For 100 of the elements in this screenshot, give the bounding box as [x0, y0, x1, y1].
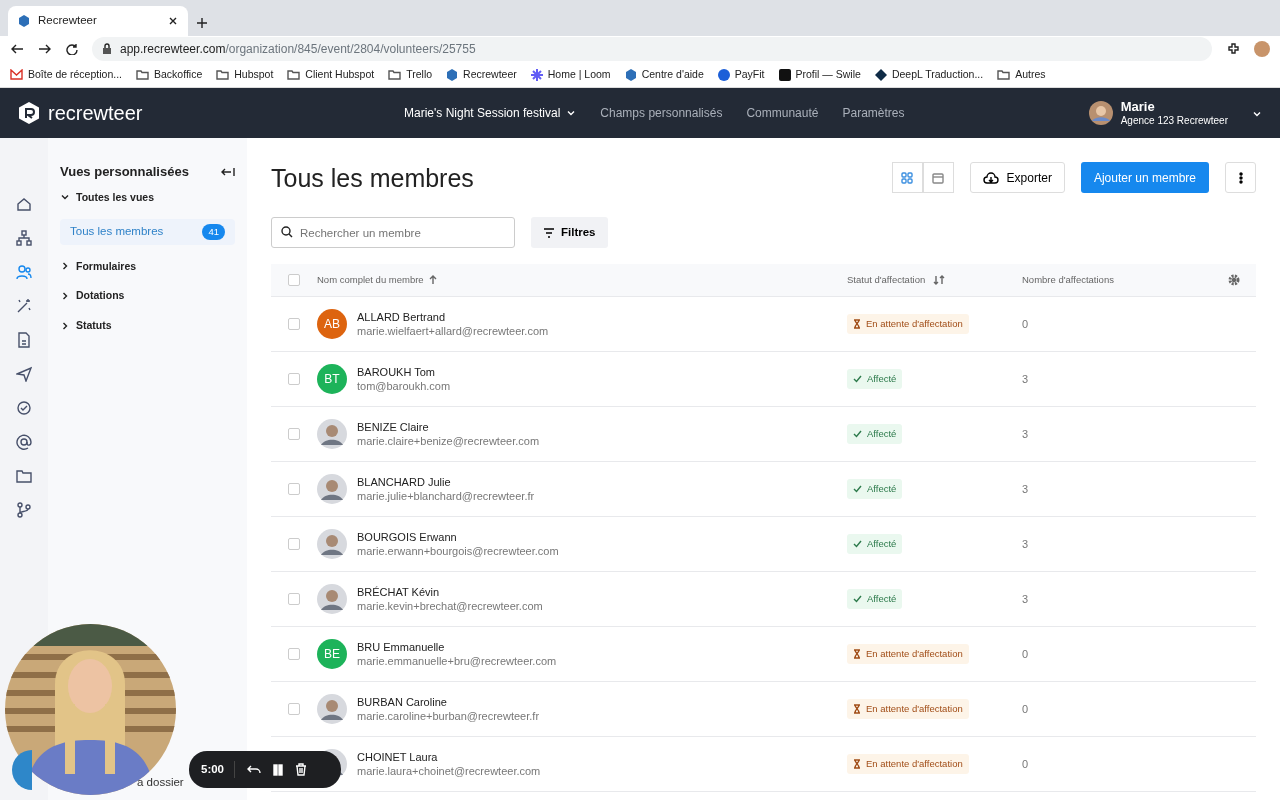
profile-avatar-icon[interactable] [1254, 41, 1270, 57]
status-badge: En attente d'affectation [847, 313, 969, 334]
branch-icon[interactable] [16, 502, 32, 518]
hierarchy-icon[interactable] [16, 230, 32, 246]
row-checkbox[interactable] [288, 318, 300, 330]
paper-plane-icon[interactable] [16, 366, 32, 382]
assignment-count: 0 [1022, 758, 1029, 771]
bookmark[interactable]: Home | Loom [530, 66, 611, 83]
row-checkbox[interactable] [288, 593, 300, 605]
row-checkbox[interactable] [288, 428, 300, 440]
sidebar-link[interactable]: a dossier [137, 774, 184, 792]
member-email: marie.caroline+burban@recrewteer.fr [357, 709, 540, 724]
assignment-count: 3 [1022, 593, 1029, 606]
bookmark[interactable]: Backoffice [136, 66, 203, 83]
bookmark[interactable]: Autres [997, 66, 1046, 83]
assignment-count: 3 [1022, 373, 1029, 386]
avatar: BE [317, 639, 347, 669]
assignment-count: 3 [1022, 428, 1029, 441]
filters-button[interactable]: Filtres [531, 217, 608, 248]
export-button[interactable]: Exporter [969, 162, 1065, 193]
bookmark[interactable]: DeepL Traduction... [874, 66, 984, 83]
pause-icon[interactable] [273, 763, 284, 776]
bookmark[interactable]: Centre d'aide [624, 66, 704, 83]
row-checkbox[interactable] [288, 483, 300, 495]
sidebar-group[interactable]: Toutes les vues [60, 189, 235, 206]
new-tab-icon[interactable] [196, 17, 208, 30]
column-header[interactable]: Statut d'affectation [847, 272, 926, 288]
sidebar-group[interactable]: Dotations [60, 288, 235, 304]
folder-icon [287, 69, 301, 80]
member-name: BRU Emmanuelle [357, 639, 446, 654]
member-name: BOURGOIS Erwann [357, 529, 458, 544]
browser-tab[interactable]: Recrewteer [8, 6, 188, 36]
sort-up-icon[interactable] [427, 275, 438, 285]
forward-icon[interactable] [38, 43, 52, 55]
bookmark[interactable]: Hubspot [216, 66, 274, 83]
row-checkbox[interactable] [288, 648, 300, 660]
magic-wand-icon[interactable] [16, 298, 32, 314]
sidebar-group[interactable]: Statuts [60, 318, 235, 334]
bookmark[interactable]: Client Hubspot [287, 66, 375, 83]
assignment-count: 0 [1022, 703, 1029, 716]
address-bar[interactable]: app.recrewteer.com/organization/845/event/2804/volunteers/25755 [92, 37, 1212, 61]
at-sign-icon[interactable] [16, 434, 32, 450]
member-email: marie.claire+benize@recrewteer.com [357, 434, 540, 449]
view-toggle[interactable] [922, 162, 954, 193]
bookmark[interactable]: Recrewteer [446, 66, 517, 83]
undo-icon[interactable] [247, 763, 262, 776]
bookmark[interactable]: Trello [388, 66, 433, 83]
sidebar-group[interactable]: Formulaires [60, 258, 235, 275]
back-icon[interactable] [10, 43, 24, 55]
column-header[interactable]: Nombre d'affectations [1022, 272, 1114, 288]
bookmark[interactable]: Profil — Swile [778, 66, 861, 83]
column-header[interactable]: Nom complet du membre [317, 272, 424, 288]
bookmark[interactable]: Boîte de réception... [10, 66, 122, 83]
user-name: Marie [1120, 99, 1156, 115]
add-member-button[interactable]: Ajouter un membre [1080, 162, 1209, 193]
folder-icon[interactable] [16, 468, 32, 484]
sort-icon[interactable] [933, 275, 946, 285]
people-icon[interactable] [16, 264, 32, 280]
member-email: marie.wielfaert+allard@recrewteer.com [357, 324, 549, 339]
member-name: BAROUKH Tom [357, 364, 437, 379]
reload-icon[interactable] [66, 43, 78, 55]
logo-icon [18, 101, 40, 125]
url-text: app.recrewteer.com/organization/845/event/2804/volunteers/25755 [120, 41, 476, 58]
document-icon[interactable] [16, 332, 32, 348]
status-badge: Affecté [847, 368, 903, 390]
mail-icon [10, 69, 23, 80]
collapse-icon[interactable] [221, 165, 235, 178]
assignment-count: 0 [1022, 318, 1029, 331]
grid-icon [901, 171, 914, 184]
bookmark[interactable]: PayFit [717, 66, 765, 83]
row-checkbox[interactable] [288, 703, 300, 715]
home-icon[interactable] [16, 196, 32, 212]
trash-icon[interactable] [295, 763, 308, 776]
select-all-checkbox[interactable] [288, 274, 300, 286]
search-field[interactable]: Rechercher un membre [271, 217, 515, 248]
close-icon[interactable] [168, 16, 178, 26]
check-icon [853, 485, 862, 493]
hexagon-icon [446, 67, 459, 82]
avatar [317, 694, 347, 724]
nav-link[interactable]: Paramètres [842, 106, 905, 121]
view-toggle[interactable] [891, 162, 923, 193]
check-icon [853, 430, 862, 438]
event-selector[interactable]: Marie's Night Session festival [404, 104, 577, 122]
extension-icon[interactable] [1226, 42, 1240, 56]
filter-icon [543, 227, 555, 238]
row-checkbox[interactable] [288, 373, 300, 385]
check-circle-icon[interactable] [16, 400, 32, 416]
view-item[interactable]: Tous les membres 41 [60, 219, 235, 245]
cloud-download-icon [982, 171, 999, 184]
nav-link[interactable]: Communauté [746, 106, 819, 121]
calendar-icon [932, 171, 945, 184]
row-checkbox[interactable] [288, 538, 300, 550]
settings-icon[interactable] [1228, 274, 1240, 287]
check-icon [853, 375, 862, 383]
tab-title: Recrewteer [38, 13, 98, 29]
nav-link[interactable]: Champs personnalisés [600, 106, 723, 121]
more-button[interactable] [1225, 162, 1256, 193]
status-badge: Affecté [847, 533, 903, 555]
avatar [317, 529, 347, 559]
page-title: Tous les membres [271, 162, 474, 193]
